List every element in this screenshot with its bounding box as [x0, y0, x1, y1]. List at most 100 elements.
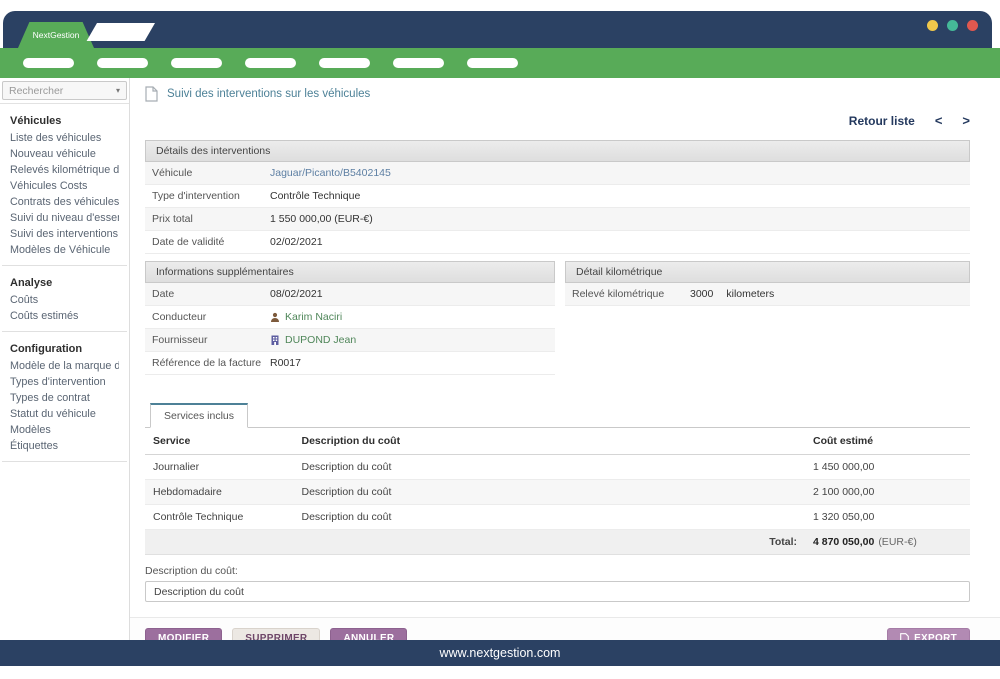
main-content: Suivi des interventions sur les véhicule… [130, 78, 1000, 640]
chevron-down-icon: ▾ [116, 86, 120, 95]
mileage-panel: Détail kilométrique Relevé kilométrique … [565, 261, 970, 306]
menu-item-pill[interactable] [467, 58, 518, 68]
sidebar-item-nouveau-vehicule[interactable]: Nouveau véhicule [10, 146, 119, 162]
supplier-link[interactable]: DUPOND Jean [285, 334, 356, 346]
footer-bar: www.nextgestion.com [0, 640, 1000, 666]
sidebar-item-vehicules-costs[interactable]: Véhicules Costs [10, 178, 119, 194]
detail-row: Relevé kilométrique 3000 kilometers [565, 283, 970, 306]
cost-description-group: Description du coût: Description du coût [145, 565, 970, 602]
cell-cost: 2 100 000,00 [805, 480, 970, 505]
additional-info-header: Informations supplémentaires [145, 261, 555, 283]
cell-service: Journalier [145, 455, 294, 480]
menu-item-pill[interactable] [393, 58, 444, 68]
field-label: Conducteur [145, 311, 270, 323]
field-label: Véhicule [145, 167, 270, 179]
field-value: 1 550 000,00 (EUR-€) [270, 213, 373, 225]
field-value: 08/02/2021 [270, 288, 323, 300]
brand-label: NextGestion [33, 30, 80, 40]
sidebar-section-vehicules: Véhicules [10, 113, 119, 130]
search-input[interactable]: Rechercher ▾ [2, 81, 127, 100]
brand-tab[interactable]: NextGestion [18, 22, 94, 48]
details-panel: Détails des interventions Véhicule Jagua… [145, 140, 970, 254]
field-label: Date de validité [145, 236, 270, 248]
sidebar-item-statut-vehicule[interactable]: Statut du véhicule [10, 406, 119, 422]
detail-row: Véhicule Jaguar/Picanto/B5402145 [145, 162, 970, 185]
window-controls [927, 20, 978, 31]
next-record-icon[interactable]: > [962, 113, 970, 128]
back-to-list-link[interactable]: Retour liste [849, 114, 915, 128]
sidebar-item-couts-estimes[interactable]: Coûts estimés [10, 308, 119, 324]
mileage-unit: kilometers [726, 288, 774, 300]
tab-services-inclus[interactable]: Services inclus [150, 403, 248, 428]
field-value: 02/02/2021 [270, 236, 323, 248]
title-bar: NextGestion [3, 11, 992, 48]
close-icon[interactable] [967, 20, 978, 31]
column-header-description: Description du coût [294, 428, 806, 455]
detail-row: Date 08/02/2021 [145, 283, 555, 306]
field-label: Relevé kilométrique [565, 288, 690, 300]
field-label: Date [145, 288, 270, 300]
cell-description: Description du coût [294, 505, 806, 530]
sidebar-item-types-contrat[interactable]: Types de contrat [10, 390, 119, 406]
menu-item-pill[interactable] [319, 58, 370, 68]
driver-link[interactable]: Karim Naciri [285, 311, 342, 323]
menu-item-pill[interactable] [171, 58, 222, 68]
cell-description: Description du coût [294, 480, 806, 505]
sidebar-item-niveau-essence[interactable]: Suivi du niveau d'essence [10, 210, 119, 226]
table-row: Contrôle Technique Description du coût 1… [145, 505, 970, 530]
services-table: Service Description du coût Coût estimé … [145, 428, 970, 555]
sidebar-item-releves-kilometrique[interactable]: Relevés kilométrique des ... [10, 162, 119, 178]
menu-item-pill[interactable] [245, 58, 296, 68]
menu-item-pill[interactable] [23, 58, 74, 68]
vehicle-link[interactable]: Jaguar/Picanto/B5402145 [270, 167, 391, 179]
search-placeholder: Rechercher [9, 85, 63, 97]
brand-flag-shape [87, 23, 155, 41]
sidebar-item-types-intervention[interactable]: Types d'intervention [10, 374, 119, 390]
sidebar-item-suivi-interventions[interactable]: Suivi des interventions su... [10, 226, 119, 242]
maximize-icon[interactable] [947, 20, 958, 31]
footer-url: www.nextgestion.com [440, 646, 561, 660]
sidebar-item-modele-marque[interactable]: Modèle de la marque du v... [10, 358, 119, 374]
sidebar-item-contrats[interactable]: Contrats des véhicules [10, 194, 119, 210]
field-label: Prix total [145, 213, 270, 225]
prev-record-icon[interactable]: < [935, 113, 943, 128]
field-label: Fournisseur [145, 334, 270, 346]
detail-row: Conducteur Karim Naciri [145, 306, 555, 329]
details-panel-header: Détails des interventions [145, 140, 970, 162]
mileage-value: 3000 [690, 288, 713, 300]
cell-description: Description du coût [294, 455, 806, 480]
sidebar-section-configuration: Configuration [10, 341, 119, 358]
cost-description-field[interactable]: Description du coût [145, 581, 970, 602]
sidebar-item-liste-vehicules[interactable]: Liste des véhicules [10, 130, 119, 146]
column-header-service: Service [145, 428, 294, 455]
sidebar-nav: Véhicules Liste des véhicules Nouveau vé… [0, 104, 129, 462]
total-label: Total: [294, 530, 806, 555]
table-row: Hebdomadaire Description du coût 2 100 0… [145, 480, 970, 505]
cell-service: Hebdomadaire [145, 480, 294, 505]
minimize-icon[interactable] [927, 20, 938, 31]
sidebar-item-modeles-vehicule[interactable]: Modèles de Véhicule [10, 242, 119, 258]
tab-bar: Services inclus [145, 402, 970, 428]
table-total-row: Total: 4 870 050,00(EUR-€) [145, 530, 970, 555]
total-value: 4 870 050,00 [813, 536, 874, 548]
sidebar-section-analyse: Analyse [10, 275, 119, 292]
detail-row: Type d'intervention Contrôle Technique [145, 185, 970, 208]
column-header-cout-estime: Coût estimé [805, 428, 970, 455]
menu-item-pill[interactable] [97, 58, 148, 68]
field-label: Référence de la facture [145, 357, 270, 369]
field-value: Contrôle Technique [270, 190, 360, 202]
detail-row: Date de validité 02/02/2021 [145, 231, 970, 254]
detail-row: Référence de la facture R0017 [145, 352, 555, 375]
cost-description-label: Description du coût: [145, 565, 970, 577]
table-header-row: Service Description du coût Coût estimé [145, 428, 970, 455]
mileage-panel-header: Détail kilométrique [565, 261, 970, 283]
cell-cost: 1 320 050,00 [805, 505, 970, 530]
building-icon [270, 335, 280, 345]
cell-service: Contrôle Technique [145, 505, 294, 530]
sidebar-item-couts[interactable]: Coûts [10, 292, 119, 308]
page-title: Suivi des interventions sur les véhicule… [167, 88, 370, 100]
sidebar-item-modeles[interactable]: Modèles [10, 422, 119, 438]
document-icon [145, 86, 158, 102]
sidebar-item-etiquettes[interactable]: Étiquettes [10, 438, 119, 454]
field-label: Type d'intervention [145, 190, 270, 202]
